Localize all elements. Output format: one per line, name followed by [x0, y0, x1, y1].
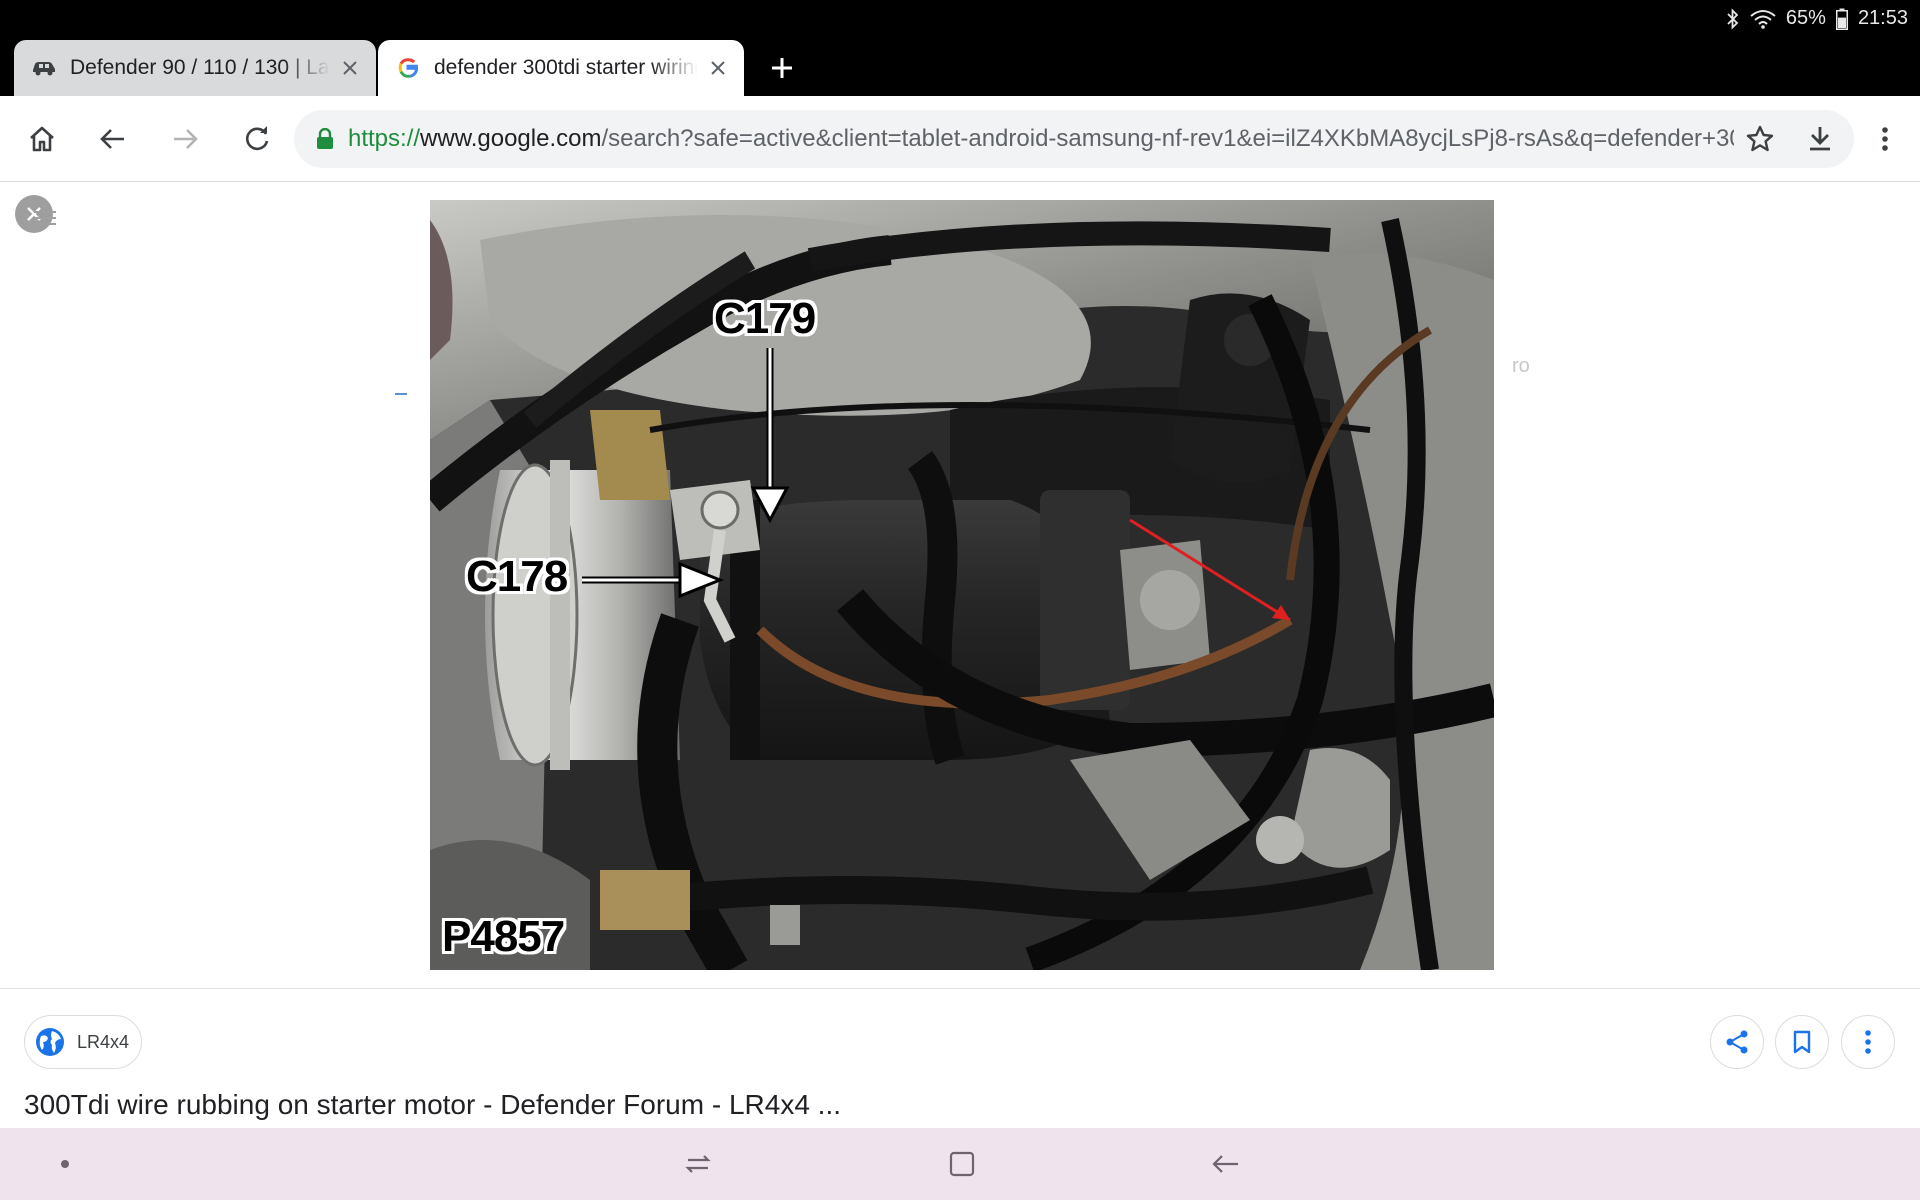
- image-result-info: LR4x4 300Tdi wire rubbing on starter mot…: [0, 988, 1920, 1128]
- ghost-image-edge: [395, 393, 407, 395]
- star-icon: [1746, 125, 1774, 152]
- more-vert-icon: [1882, 127, 1888, 151]
- tab-google-search[interactable]: defender 300tdi starter wiring - Google …: [378, 40, 744, 96]
- google-favicon: [394, 54, 422, 82]
- recent-apps-button[interactable]: [678, 1144, 718, 1184]
- close-tab-icon[interactable]: [698, 48, 738, 88]
- connector-label-c178: C178: [466, 552, 568, 601]
- battery-icon: [1835, 8, 1848, 30]
- share-icon: [1726, 1030, 1748, 1054]
- source-chip[interactable]: LR4x4: [24, 1015, 142, 1069]
- nav-dot-icon: [45, 1144, 85, 1184]
- download-icon: [1810, 127, 1830, 151]
- new-tab-button[interactable]: [760, 46, 804, 90]
- tab-title: Defender 90 / 110 / 130 | Land Rover For…: [70, 56, 330, 79]
- status-icons: 65% 21:53: [1726, 7, 1908, 30]
- starter-motor-photo[interactable]: C179 C178 P4857: [430, 200, 1494, 970]
- more-vert-icon: [1865, 1030, 1871, 1054]
- photo-reference-label: P4857: [442, 912, 565, 961]
- url-scheme: https://: [348, 125, 421, 152]
- car-favicon: [30, 54, 58, 82]
- browser-menu-button[interactable]: [1862, 116, 1908, 162]
- url-text[interactable]: https://www.google.com/search?safe=activ…: [348, 125, 1734, 153]
- tab-defender-forum[interactable]: Defender 90 / 110 / 130 | Land Rover For…: [14, 40, 376, 96]
- ghost-text: ro: [1512, 355, 1530, 377]
- image-viewer: ro C179 C178 P4857: [0, 183, 1920, 988]
- plus-icon: [772, 58, 792, 78]
- browser-toolbar: https://www.google.com/search?safe=activ…: [0, 96, 1920, 182]
- back-arrow-icon: [1212, 1155, 1238, 1173]
- url-path: /search?safe=active&client=tablet-androi…: [601, 125, 1734, 152]
- reload-icon: [246, 126, 269, 151]
- lock-icon: [316, 128, 334, 150]
- address-bar[interactable]: https://www.google.com/search?safe=activ…: [294, 110, 1854, 168]
- connector-label-c179: C179: [714, 294, 816, 343]
- back-nav-button[interactable]: [1205, 1144, 1245, 1184]
- bluetooth-icon: [1726, 7, 1740, 30]
- home-button[interactable]: [19, 116, 65, 162]
- wifi-icon: [1750, 9, 1776, 29]
- result-title-link[interactable]: 300Tdi wire rubbing on starter motor - D…: [24, 1089, 841, 1121]
- system-nav-bar: [0, 1128, 1920, 1200]
- clock: 21:53: [1857, 7, 1908, 29]
- recents-icon: [685, 1155, 711, 1173]
- bookmark-star-button[interactable]: [1734, 113, 1786, 165]
- close-tab-icon[interactable]: [330, 48, 370, 88]
- battery-percent: 65%: [1785, 7, 1826, 29]
- more-options-button[interactable]: [1841, 1015, 1895, 1069]
- home-square-icon: [949, 1151, 975, 1177]
- share-button[interactable]: [1710, 1015, 1764, 1069]
- url-host: www.google.com: [420, 125, 602, 152]
- download-button[interactable]: [1794, 113, 1846, 165]
- globe-icon: [35, 1027, 65, 1057]
- forward-icon: [174, 129, 198, 149]
- menu-icon: [30, 207, 58, 234]
- engine-bay-illustration: [430, 200, 1494, 970]
- back-icon: [100, 129, 124, 149]
- bookmark-icon: [1793, 1030, 1811, 1054]
- reload-button[interactable]: [234, 116, 280, 162]
- home-nav-button[interactable]: [942, 1144, 982, 1184]
- tab-title: defender 300tdi starter wiring - Google …: [434, 56, 698, 79]
- home-icon: [30, 126, 54, 152]
- back-button[interactable]: [90, 116, 136, 162]
- save-button[interactable]: [1775, 1015, 1829, 1069]
- status-bar: 65% 21:53: [0, 0, 1920, 38]
- source-name: LR4x4: [77, 1031, 130, 1052]
- tab-strip: Defender 90 / 110 / 130 | Land Rover For…: [0, 38, 1920, 96]
- forward-button[interactable]: [162, 116, 208, 162]
